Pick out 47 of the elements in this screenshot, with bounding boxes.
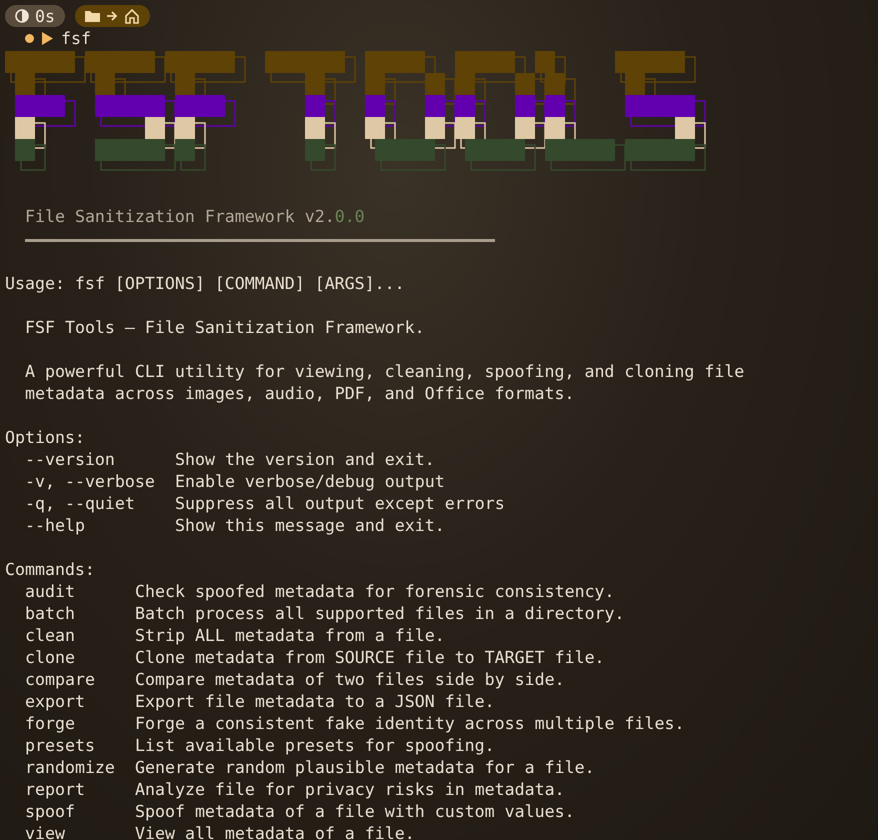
command-name: report: [25, 779, 86, 801]
command-name: randomize: [25, 757, 116, 779]
home-icon: [124, 8, 140, 24]
status-dot-icon: [25, 34, 34, 42]
command-name: clone: [25, 647, 76, 669]
command-name: batch: [25, 603, 76, 625]
option-description: Show the version and exit.: [175, 449, 435, 471]
arrow-icon: [106, 11, 118, 21]
option-flag-text: -q, --quiet: [25, 493, 136, 515]
option-description: Suppress all output except errors: [175, 493, 505, 515]
command-text: fsf: [61, 28, 91, 48]
command-description: Strip ALL metadata from a file.: [135, 625, 445, 647]
command-description: Batch process all supported files in a directory.: [135, 603, 625, 625]
command-name: presets: [25, 735, 96, 757]
command-description: List available presets for spoofing.: [135, 735, 495, 757]
command-description: Analyze file for privacy risks in metadata.: [135, 779, 565, 801]
command-description: Spoof metadata of a file with custom values.: [135, 801, 575, 823]
command-description: Check spoofed metadata for forensic consistency.: [135, 581, 615, 603]
play-icon: [42, 32, 53, 44]
section-heading: Options:: [5, 427, 86, 449]
command-description: View all metadata of a file.: [135, 823, 415, 840]
option-flag-text: --version: [25, 449, 116, 471]
description-text: A powerful CLI utility for viewing, cleaning, spoofing, and cloning file metadata across images, audio, PDF, and Office formats.: [24, 361, 746, 405]
description-text: FSF Tools — File Sanitization Framework.: [24, 317, 426, 339]
command-description: Clone metadata from SOURCE file to TARGET file.: [135, 647, 605, 669]
option-flag-text: --help: [25, 515, 86, 537]
duration-text: 0s: [35, 6, 55, 26]
option-description: Enable verbose/debug output: [175, 471, 445, 493]
command-description: Forge a consistent fake identity across multiple files.: [135, 713, 684, 735]
option-flag-text: -v, --verbose: [25, 471, 156, 493]
section-heading: Commands:: [5, 559, 96, 581]
option-description: Show this message and exit.: [175, 515, 445, 537]
version-suffix-text: 0.0: [334, 206, 365, 228]
command-description: Export file metadata to a JSON file.: [135, 691, 495, 713]
command-name: clean: [25, 625, 76, 647]
timer-icon: [15, 9, 29, 23]
command-name: spoof: [25, 801, 76, 823]
folder-icon: [84, 10, 100, 22]
command-description: Compare metadata of two files side by side.: [135, 669, 565, 691]
usage-line: Usage: fsf [OPTIONS] [COMMAND] [ARGS]...: [5, 273, 406, 295]
command-name: forge: [25, 713, 76, 735]
command-description: Generate random plausible metadata for a file.: [135, 757, 595, 779]
command-name: export: [25, 691, 86, 713]
subtitle-text: File Sanitization Framework v2.: [25, 206, 335, 228]
command-name: view: [25, 823, 66, 840]
command-name: audit: [25, 581, 76, 603]
command-name: compare: [25, 669, 96, 691]
